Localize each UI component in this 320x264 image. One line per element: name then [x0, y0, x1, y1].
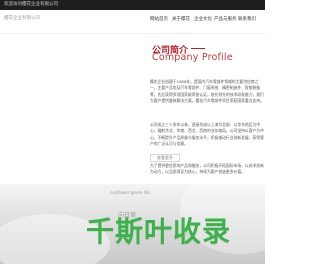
- profile-paragraph: 公司成立三十多年以来，逐渐形成以上海为总部、以华东地区为中心，辐射华北、华南、西…: [150, 122, 264, 147]
- profile-paragraph: 为了提供更优质的产品和服务，公司积极开拓国际市场，以技术创新为动力，以品质保证为…: [150, 163, 264, 175]
- nav-item-products[interactable]: 产品与服务: [214, 16, 237, 22]
- title-divider: [191, 48, 205, 49]
- nav-item-culture[interactable]: 企业文化: [192, 16, 214, 22]
- profile-paragraph: 樱花企业创建于1986年，是国内汽车零部件领域的主要供应商之一，主要产品包括汽车…: [150, 79, 264, 104]
- welcome-text: 欢迎访问樱花企业有限公司: [4, 2, 58, 7]
- hero-watermark-text: 千斯叶收录: [86, 215, 232, 248]
- nav-item-contact[interactable]: 联系我们: [236, 16, 258, 22]
- brand-name[interactable]: 樱花企业有限公司: [4, 15, 40, 21]
- main-nav: 网站首页 关于樱花 企业文化 产品与服务 联系我们: [148, 16, 258, 22]
- view-more-button[interactable]: 查看更多: [150, 154, 180, 162]
- top-bar: 欢迎访问樱花企业有限公司: [0, 0, 265, 10]
- nav-item-home[interactable]: 网站首页: [148, 16, 170, 22]
- hero-banner: sunflower·green·life 向日葵 千斯叶收录: [0, 184, 265, 264]
- site-header: 樱花企业有限公司 网站首页 关于樱花 企业文化 产品与服务 联系我们: [0, 10, 265, 34]
- nav-item-about[interactable]: 关于樱花: [170, 16, 192, 22]
- page-subtitle: Company Profile: [152, 52, 233, 63]
- hero-caption: sunflower·green·life: [110, 190, 150, 195]
